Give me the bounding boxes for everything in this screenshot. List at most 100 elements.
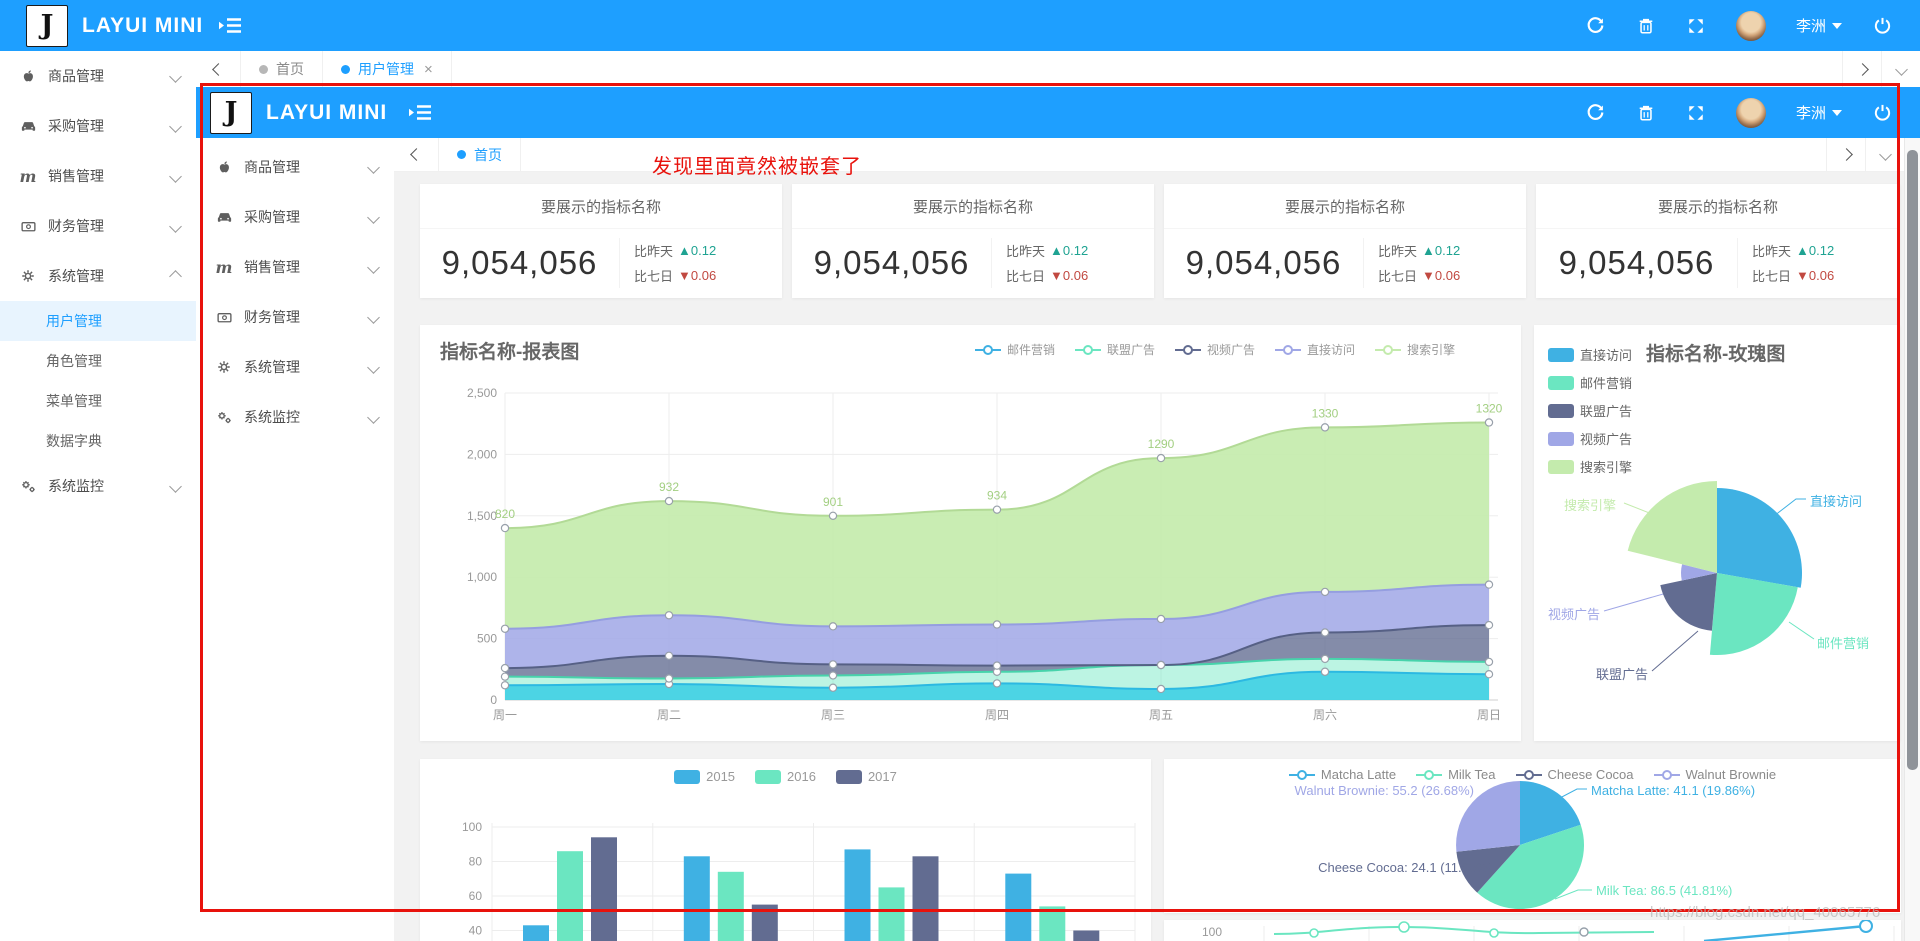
sidebar-item-menu-mgmt[interactable]: 菜单管理 xyxy=(0,381,196,421)
tabs-scroll-right-button[interactable] xyxy=(1842,51,1881,87)
sidebar-item-label: 系统管理 xyxy=(48,266,104,286)
legend-item[interactable]: 视频广告 xyxy=(1175,341,1255,358)
legend-item[interactable]: Cheese Cocoa xyxy=(1516,767,1634,782)
sidebar-item-label: 系统监控 xyxy=(244,407,300,427)
chevron-down-icon xyxy=(169,220,182,233)
legend-item[interactable]: 视频广告 xyxy=(1548,429,1632,448)
sidebar-item-goods[interactable]: 商品管理 xyxy=(0,51,196,101)
panel-report-chart: 2,5002,0001,5001,0005000周一周二周三周四周五周六周日82… xyxy=(420,325,1521,741)
sidebar-item-role-mgmt[interactable]: 角色管理 xyxy=(0,341,196,381)
inner-user-name: 李洲 xyxy=(1796,102,1826,123)
axis-tick-label: 100 xyxy=(1202,925,1222,939)
metric-row-value: 0.06 xyxy=(1809,268,1834,283)
legend-item[interactable]: 邮件营销 xyxy=(975,341,1055,358)
legend-item[interactable]: 搜索引擎 xyxy=(1548,457,1632,476)
inner-avatar[interactable] xyxy=(1736,98,1766,128)
sidebar-item-dict[interactable]: 数据字典 xyxy=(0,421,196,461)
legend-item[interactable]: 2015 xyxy=(674,769,735,784)
sidebar-item-user-mgmt[interactable]: 用户管理 xyxy=(0,301,196,341)
scrollbar[interactable] xyxy=(1904,138,1920,941)
user-menu[interactable]: 李洲 xyxy=(1796,15,1842,36)
sidebar-item-system[interactable]: 系统管理 xyxy=(0,251,196,301)
metric-value: 9,054,056 xyxy=(792,244,991,282)
svg-text:500: 500 xyxy=(477,632,497,646)
inner-sidebar-item-sales[interactable]: m 销售管理 xyxy=(196,242,394,292)
tabs-scroll-left-button[interactable] xyxy=(196,51,241,87)
close-tab-icon[interactable]: × xyxy=(424,61,433,78)
inner-collapse-sidebar-icon[interactable] xyxy=(408,104,432,121)
inner-sidebar-item-system[interactable]: 系统管理 xyxy=(196,342,394,392)
chevron-down-icon xyxy=(169,70,182,83)
avatar[interactable] xyxy=(1736,11,1766,41)
sidebar-item-purchase[interactable]: 采购管理 xyxy=(0,101,196,151)
svg-text:周三: 周三 xyxy=(821,708,845,722)
legend-label: 搜索引擎 xyxy=(1407,341,1455,358)
inner-refresh-icon[interactable] xyxy=(1586,103,1606,123)
inner-tabs-scroll-left-button[interactable] xyxy=(394,138,439,171)
chevron-down-icon xyxy=(1832,110,1842,116)
legend-item[interactable]: 直接访问 xyxy=(1548,345,1632,364)
inner-sidebar-item-monitor[interactable]: 系统监控 xyxy=(196,392,394,442)
sidebar-item-finance[interactable]: 财务管理 xyxy=(0,201,196,251)
legend-item[interactable]: 搜索引擎 xyxy=(1375,341,1455,358)
legend-item[interactable]: 联盟广告 xyxy=(1548,401,1632,420)
legend-line-icon xyxy=(1375,349,1401,351)
inner-fullscreen-icon[interactable] xyxy=(1686,103,1706,123)
refresh-icon[interactable] xyxy=(1586,16,1606,36)
tab-dot-icon xyxy=(259,65,268,74)
legend-item[interactable]: 联盟广告 xyxy=(1075,341,1155,358)
legend-item[interactable]: 2016 xyxy=(755,769,816,784)
metric-row-label: 比七日 xyxy=(1378,266,1417,285)
up-arrow-icon: ▲ xyxy=(678,243,691,258)
legend-label: 搜索引擎 xyxy=(1580,457,1632,476)
inner-tabs-menu-button[interactable] xyxy=(1865,138,1904,171)
sidebar-item-monitor[interactable]: 系统监控 xyxy=(0,461,196,511)
legend-item[interactable]: Walnut Brownie xyxy=(1654,767,1777,782)
inner-tabs-scroll-right-button[interactable] xyxy=(1826,138,1865,171)
m-icon: m xyxy=(212,258,236,277)
legend-item[interactable]: Milk Tea xyxy=(1416,767,1495,782)
svg-text:0: 0 xyxy=(490,693,497,707)
tab-home[interactable]: 首页 xyxy=(241,51,323,87)
inner-sidebar-item-finance[interactable]: 财务管理 xyxy=(196,292,394,342)
sidebar-item-sales[interactable]: m 销售管理 xyxy=(0,151,196,201)
brand-title: LAYUI MINI xyxy=(82,14,203,38)
metric-value: 9,054,056 xyxy=(420,244,619,282)
legend-line-icon xyxy=(975,349,1001,351)
svg-text:周一: 周一 xyxy=(493,708,517,722)
metric-card-title: 要展示的指标名称 xyxy=(1536,184,1900,229)
outer-tabbar: 首页 用户管理 × xyxy=(196,51,1920,88)
legend-item[interactable]: Matcha Latte xyxy=(1289,767,1396,782)
legend-line-icon xyxy=(1075,349,1101,351)
inner-logout-icon[interactable] xyxy=(1872,103,1892,123)
clear-cache-icon[interactable] xyxy=(1636,16,1656,36)
legend-label: Matcha Latte xyxy=(1321,767,1396,782)
legend-line-icon xyxy=(1175,349,1201,351)
chevron-down-icon xyxy=(367,361,380,374)
legend-label: 联盟广告 xyxy=(1580,401,1632,420)
inner-sidebar-item-goods[interactable]: 商品管理 xyxy=(196,142,394,192)
inner-user-menu[interactable]: 李洲 xyxy=(1796,102,1842,123)
legend-label: 邮件营销 xyxy=(1580,373,1632,392)
fullscreen-icon[interactable] xyxy=(1686,16,1706,36)
legend-item[interactable]: 2017 xyxy=(836,769,897,784)
inner-clear-cache-icon[interactable] xyxy=(1636,103,1656,123)
metric-row-value: 0.06 xyxy=(1435,268,1460,283)
inner-sidebar-item-purchase[interactable]: 采购管理 xyxy=(196,192,394,242)
metric-row-label: 比昨天 xyxy=(1378,241,1417,260)
sidebar-subitem-label: 角色管理 xyxy=(46,351,102,371)
legend-item[interactable]: 直接访问 xyxy=(1275,341,1355,358)
scrollbar-thumb[interactable] xyxy=(1907,150,1918,770)
tabs-menu-button[interactable] xyxy=(1881,51,1920,87)
tab-user-mgmt[interactable]: 用户管理 × xyxy=(323,51,452,87)
pie-callout-label: Milk Tea: 86.5 (41.81%) xyxy=(1596,883,1732,898)
logout-icon[interactable] xyxy=(1872,16,1892,36)
watermark: https://blog.csdn.net/qq_40065776 xyxy=(1650,904,1880,921)
collapse-sidebar-icon[interactable] xyxy=(218,17,242,34)
legend-item[interactable]: 邮件营销 xyxy=(1548,373,1632,392)
sidebar-subitem-label: 菜单管理 xyxy=(46,391,102,411)
inner-tab-home[interactable]: 首页 xyxy=(439,138,521,171)
inner-header: J LAYUI MINI 李洲 xyxy=(196,87,1920,138)
svg-text:40: 40 xyxy=(469,924,483,938)
legend-label: 2016 xyxy=(787,769,816,784)
